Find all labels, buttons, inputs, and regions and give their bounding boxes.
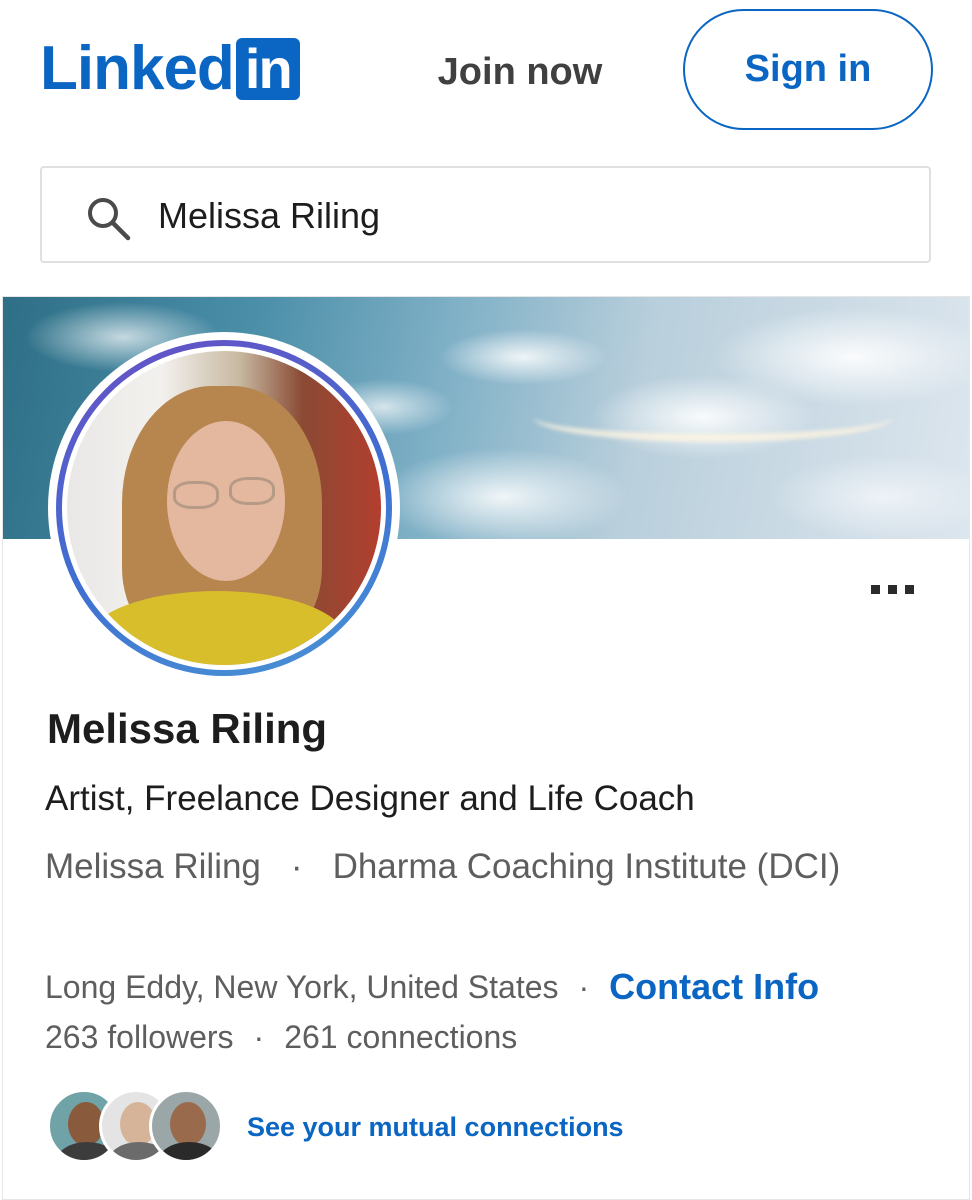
search-icon xyxy=(88,198,131,241)
followers-count: 263 followers xyxy=(45,1019,234,1055)
profile-location: Long Eddy, New York, United States xyxy=(45,968,559,1005)
stats-row: 263 followers · 261 connections xyxy=(45,1019,517,1056)
logo-in-box: in xyxy=(235,38,300,100)
search-input[interactable] xyxy=(158,188,898,244)
separator-dot: · xyxy=(578,968,590,1005)
mutual-connections-link[interactable]: See your mutual connections xyxy=(47,1087,624,1167)
join-now-button[interactable]: Join now xyxy=(410,40,630,104)
more-options-icon[interactable] xyxy=(871,579,927,599)
profile-avatar[interactable] xyxy=(48,332,400,684)
cover-light-streak xyxy=(533,392,893,442)
avatar xyxy=(149,1089,223,1163)
location-row: Long Eddy, New York, United States · Con… xyxy=(45,965,945,1009)
profile-name: Melissa Riling xyxy=(47,705,328,752)
sign-in-button[interactable]: Sign in xyxy=(683,9,933,130)
profile-affiliations: Melissa Riling · Dharma Coaching Institute… xyxy=(45,837,895,897)
profile-headline: Artist, Freelance Designer and Life Coac… xyxy=(45,779,695,818)
current-company[interactable]: Melissa Riling xyxy=(45,847,261,886)
separator-dot: · xyxy=(290,847,303,886)
avatar-photo xyxy=(67,351,381,665)
mutual-connections-label[interactable]: See your mutual connections xyxy=(247,1112,624,1143)
logo-wordmark: Linked xyxy=(40,34,235,103)
education-school[interactable]: Dharma Coaching Institute (DCI) xyxy=(333,847,841,886)
avatar-open-to-work-ring xyxy=(56,340,392,676)
linkedin-logo[interactable]: Linked in xyxy=(40,38,300,100)
separator-dot: · xyxy=(253,1019,265,1055)
contact-info-link[interactable]: Contact Info xyxy=(609,966,819,1008)
search-bar[interactable] xyxy=(40,166,931,263)
connections-count: 261 connections xyxy=(284,1019,518,1055)
top-header: Linked in Join now Sign in xyxy=(0,0,972,150)
mutual-avatars xyxy=(47,1087,227,1167)
profile-card: Melissa Riling Artist, Freelance Designe… xyxy=(2,296,970,1200)
